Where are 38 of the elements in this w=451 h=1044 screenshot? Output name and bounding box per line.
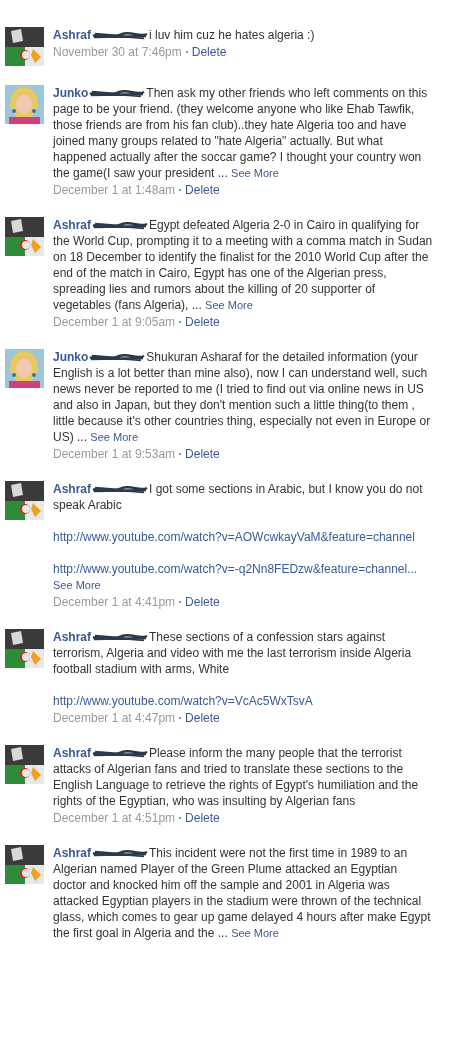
author-link[interactable]: Junko [53,86,89,100]
delete-link[interactable]: Delete [191,44,227,60]
comment-text: Junko Then ask my other friends who left comments on this page to be your friend. (they welcome anyone who like Ehab Tawfik, those friends are from his fan club)..they hate Algeria too and have joined many groups related to "hate Algeria" actually. But what happened actually after the soccar game? I thought your country won the game(I saw your president ... See More [53,85,429,181]
author-link[interactable]: Ashraf [53,218,91,232]
timestamp: December 1 at 4:51pm [53,810,176,826]
video-link[interactable]: http://www.youtube.com/watch?v=VcAc5WxTsvA [53,694,313,708]
comment-text: Ashraf Egypt defeated Algeria 2-0 in Cairo in qualifying for the World Cup, prompting it to a meeting with a comma match in Sudan on 18 December to identify the finalist for the 2010 World Cup after the end of the match in Cairo, Egypt has one of the Algerian press, spreading lies and rumors about the killing of 20 supporter of vegetables (fans Algeria), ... See More [53,217,433,313]
comment-text: Ashraf These sections of a confession stars against terrorism, Algeria and video with me the last terrorism inside Algeria football stadium with arms, White [53,629,413,677]
see-more-link[interactable]: See More [231,927,279,939]
author-link[interactable]: Ashraf [53,630,91,644]
comment-text: Ashraf Please inform the many people that the terrorist attacks of Algerian fans and tried to translate these sections to the English Language to retrieve the rights of Egypt's humiliation and the rights of the Egyptian, who was insulting by Algerian fans [53,745,420,809]
delete-link[interactable]: Delete [185,594,220,610]
see-more-link[interactable]: See More [231,167,279,179]
comment-text: Ashraf i luv him cuz he hates algeria :) [53,27,316,43]
timestamp: November 30 at 7:46pm [53,44,182,60]
timestamp: December 1 at 9:53am [53,446,176,462]
author-link[interactable]: Ashraf [53,746,91,760]
comment-text: Junko Shukuran Asharaf for the detailed information (your English is a lot better than mine also), now I can understand well, such news never be reported to me (I tried to find out via online news in US and also in Japan, but they don't mention such a little thing(to them , little because it's other countries thing, especially not even in Europe or US) ... See More [53,349,432,445]
see-more-link[interactable]: See More [90,431,139,443]
delete-link[interactable]: Delete [185,810,220,826]
video-link[interactable]: http://www.youtube.com/watch?v=AOWcwkayVaM&feature=channel [53,530,415,544]
timestamp: December 1 at 4:47pm [53,710,176,726]
see-more-link[interactable]: See More [205,299,253,311]
see-more-link[interactable]: See More [53,579,101,591]
timestamp: December 1 at 1:48am [53,182,176,198]
delete-link[interactable]: Delete [185,446,220,462]
comment-text: Ashraf This incident were not the first time in 1989 to an Algerian named Player of the Green Plume attacked an Egyptian doctor and knocked him off the sample and 2001 in Algeria was attacked Egyptian players in the stadium were thrown of the technical glass, which comes to gear up game delayed 4 hours after make Egypt the first goal in Algeria and the ... See More [53,845,432,941]
delete-link[interactable]: Delete [185,182,220,198]
author-link[interactable]: Ashraf [53,846,91,860]
delete-link[interactable]: Delete [185,314,220,330]
video-link[interactable]: http://www.youtube.com/watch?v=-q2Nn8FEDzw&feature=channel... [53,562,418,576]
author-link[interactable]: Ashraf [53,28,91,42]
delete-link[interactable]: Delete [185,710,220,726]
author-link[interactable]: Ashraf [53,482,91,496]
timestamp: December 1 at 4:41pm [53,594,176,610]
comment-text: Ashraf I got some sections in Arabic, but I know you do not speak Arabic [53,481,424,513]
author-link[interactable]: Junko [53,350,89,364]
timestamp: December 1 at 9:05am [53,314,176,330]
